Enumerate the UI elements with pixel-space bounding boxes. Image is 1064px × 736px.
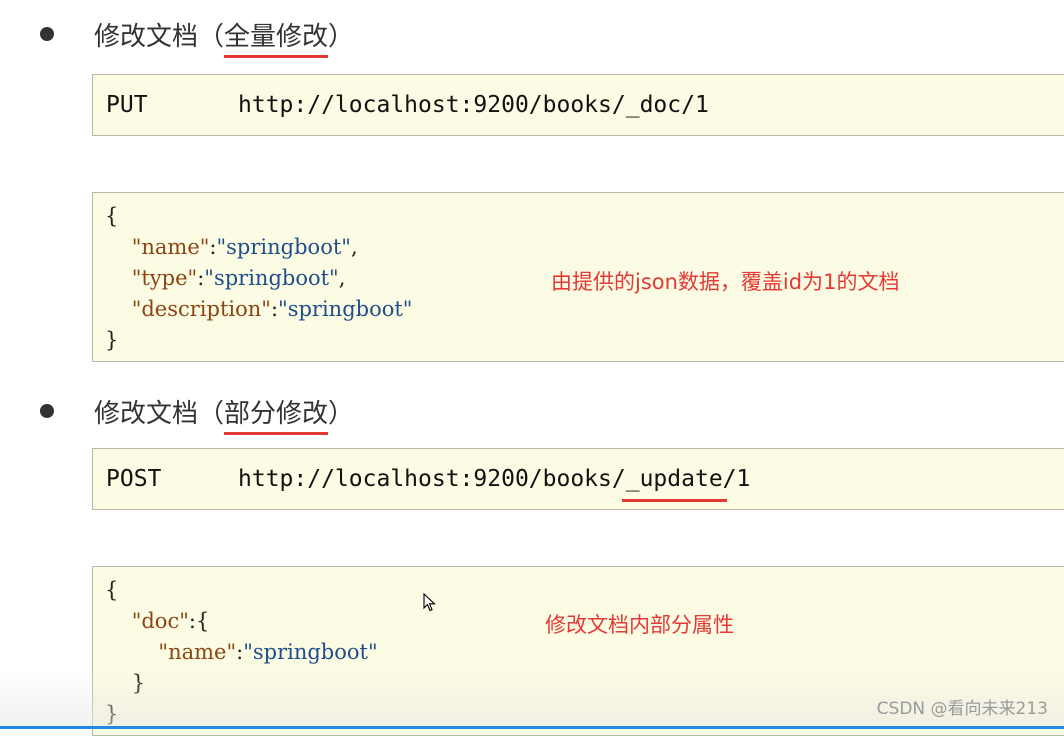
json-value-type: "springboot": [204, 266, 339, 290]
section2-paren-close: ）: [328, 398, 355, 429]
section2-annotation: 修改文档内部分属性: [545, 613, 734, 637]
section2-paren-open: （: [198, 398, 225, 429]
section2-heading-main: 修改文档: [94, 398, 199, 429]
section1-url: http://localhost:9200/books/_doc/1: [238, 92, 709, 118]
csdn-watermark: CSDN @看向未来213: [876, 699, 1048, 719]
section1-heading-main: 修改文档: [94, 21, 199, 52]
json-value-name: "springboot": [243, 640, 378, 664]
section2-url-highlight: _update: [625, 466, 723, 492]
json-inner-brace-close: }: [131, 671, 146, 695]
json-brace-open: {: [105, 204, 119, 228]
section1-method: PUT: [106, 92, 148, 118]
bullet-icon: [40, 404, 54, 418]
json-brace-open: {: [105, 578, 119, 602]
section1-heading: 修改文档（全量修改）: [94, 16, 354, 53]
json-key-doc: "doc": [131, 609, 189, 633]
section1-heading-line: 修改文档（全量修改）: [40, 14, 354, 54]
json-brace-close: }: [105, 702, 119, 726]
json-value-name: "springboot": [216, 235, 351, 259]
section2-method: POST: [106, 466, 162, 492]
section1-request-box: PUT http://localhost:9200/books/_doc/1: [92, 74, 1064, 136]
section2-url-prefix: http://localhost:9200/books/: [238, 466, 626, 492]
section2-heading-sub: 部分修改: [224, 398, 329, 429]
json-key-description: "description": [131, 297, 271, 321]
section2-heading-line: 修改文档（部分修改）: [40, 391, 354, 431]
json-value-description: "springboot": [278, 297, 413, 321]
section1-paren-open: （: [198, 21, 225, 52]
section2-heading: 修改文档（部分修改）: [94, 393, 354, 430]
section2-url: http://localhost:9200/books/_update/1: [238, 466, 750, 492]
section2-request-box: POST http://localhost:9200/books/_update…: [92, 448, 1064, 510]
json-brace-close: }: [105, 328, 119, 352]
json-key-type: "type": [131, 266, 198, 290]
bullet-icon: [40, 27, 54, 41]
section1-annotation: 由提供的json数据，覆盖id为1的文档: [551, 270, 900, 294]
json-key-name: "name": [158, 640, 237, 664]
section2-url-suffix: /1: [722, 466, 751, 492]
json-key-name: "name": [131, 235, 210, 259]
section1-paren-close: ）: [328, 21, 355, 52]
mouse-cursor-icon: [423, 593, 436, 612]
section1-heading-sub: 全量修改: [224, 21, 329, 52]
